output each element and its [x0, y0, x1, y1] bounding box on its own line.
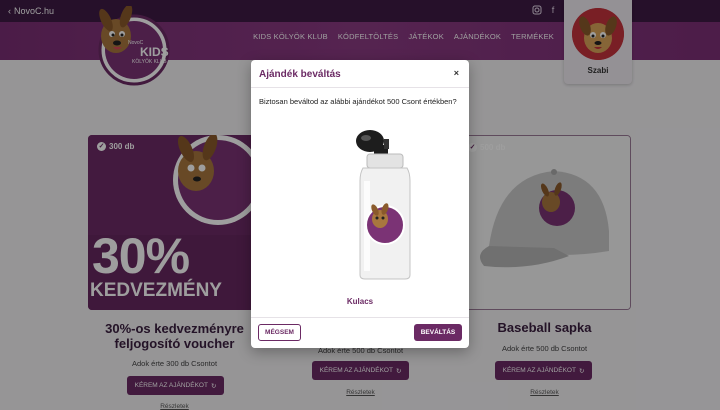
cancel-button[interactable]: MÉGSEM — [258, 324, 301, 341]
redeem-button[interactable]: BEVÁLTÁS — [414, 324, 462, 341]
dialog-message: Biztosan beváltod az alábbi ajándékot 50… — [259, 97, 457, 106]
bottle-image — [330, 129, 440, 282]
divider — [251, 317, 469, 318]
divider — [251, 87, 469, 88]
dialog-title: Ajándék beváltás — [259, 69, 341, 80]
redeem-dialog: Ajándék beváltás × Biztosan beváltod az … — [251, 60, 469, 348]
close-icon[interactable]: × — [454, 68, 459, 78]
gift-item-name: Kulacs — [346, 297, 374, 306]
